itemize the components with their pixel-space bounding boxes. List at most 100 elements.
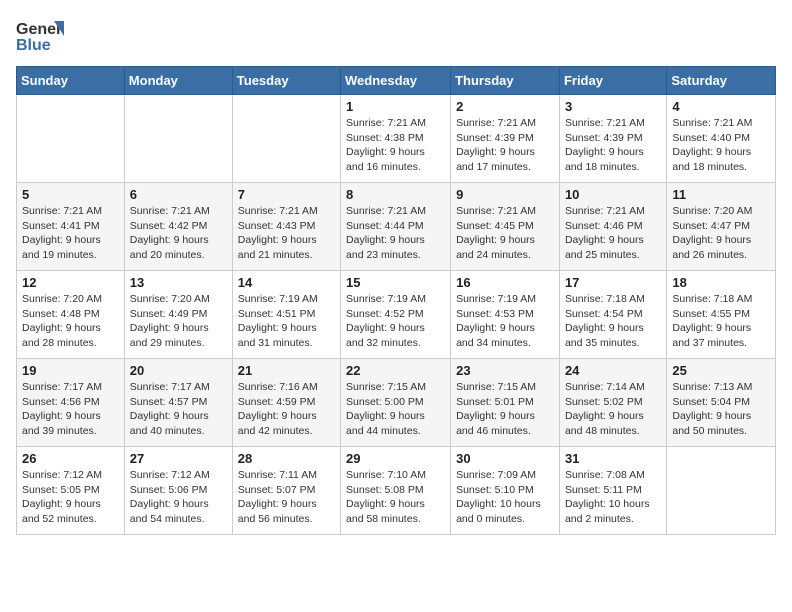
day-info: Sunrise: 7:12 AM Sunset: 5:06 PM Dayligh…	[130, 468, 227, 527]
day-info: Sunrise: 7:15 AM Sunset: 5:00 PM Dayligh…	[346, 380, 445, 439]
calendar-cell: 30 Sunrise: 7:09 AM Sunset: 5:10 PM Dayli…	[451, 447, 560, 535]
calendar-cell: 29 Sunrise: 7:10 AM Sunset: 5:08 PM Dayli…	[341, 447, 451, 535]
day-info: Sunrise: 7:20 AM Sunset: 4:49 PM Dayligh…	[130, 292, 227, 351]
day-number: 28	[238, 451, 335, 466]
day-info: Sunrise: 7:21 AM Sunset: 4:39 PM Dayligh…	[565, 116, 661, 175]
day-number: 25	[672, 363, 770, 378]
day-number: 6	[130, 187, 227, 202]
calendar-cell: 7 Sunrise: 7:21 AM Sunset: 4:43 PM Daylig…	[232, 183, 340, 271]
calendar-table: SundayMondayTuesdayWednesdayThursdayFrid…	[16, 66, 776, 535]
day-info: Sunrise: 7:21 AM Sunset: 4:38 PM Dayligh…	[346, 116, 445, 175]
calendar-cell: 27 Sunrise: 7:12 AM Sunset: 5:06 PM Dayli…	[124, 447, 232, 535]
calendar-cell: 2 Sunrise: 7:21 AM Sunset: 4:39 PM Daylig…	[451, 95, 560, 183]
day-info: Sunrise: 7:21 AM Sunset: 4:42 PM Dayligh…	[130, 204, 227, 263]
day-info: Sunrise: 7:19 AM Sunset: 4:53 PM Dayligh…	[456, 292, 554, 351]
day-info: Sunrise: 7:21 AM Sunset: 4:43 PM Dayligh…	[238, 204, 335, 263]
calendar-cell: 9Sunrise: 7:21 AM Sunset: 4:45 PM Daylig…	[451, 183, 560, 271]
day-info: Sunrise: 7:21 AM Sunset: 4:46 PM Dayligh…	[565, 204, 661, 263]
calendar-header-friday: Friday	[559, 67, 666, 95]
day-number: 29	[346, 451, 445, 466]
day-info: Sunrise: 7:14 AM Sunset: 5:02 PM Dayligh…	[565, 380, 661, 439]
calendar-cell: 5 Sunrise: 7:21 AM Sunset: 4:41 PM Daylig…	[17, 183, 125, 271]
calendar-cell: 26 Sunrise: 7:12 AM Sunset: 5:05 PM Dayli…	[17, 447, 125, 535]
calendar-header-tuesday: Tuesday	[232, 67, 340, 95]
calendar-cell: 28 Sunrise: 7:11 AM Sunset: 5:07 PM Dayli…	[232, 447, 340, 535]
day-info: Sunrise: 7:13 AM Sunset: 5:04 PM Dayligh…	[672, 380, 770, 439]
day-info: Sunrise: 7:09 AM Sunset: 5:10 PM Dayligh…	[456, 468, 554, 527]
day-number: 26	[22, 451, 119, 466]
calendar-cell: 10 Sunrise: 7:21 AM Sunset: 4:46 PM Dayli…	[559, 183, 666, 271]
calendar-cell: 14 Sunrise: 7:19 AM Sunset: 4:51 PM Dayli…	[232, 271, 340, 359]
day-info: Sunrise: 7:11 AM Sunset: 5:07 PM Dayligh…	[238, 468, 335, 527]
day-info: Sunrise: 7:19 AM Sunset: 4:52 PM Dayligh…	[346, 292, 445, 351]
calendar-cell: 21 Sunrise: 7:16 AM Sunset: 4:59 PM Dayli…	[232, 359, 340, 447]
calendar-cell: 1 Sunrise: 7:21 AM Sunset: 4:38 PM Daylig…	[341, 95, 451, 183]
day-number: 2	[456, 99, 554, 114]
day-info: Sunrise: 7:18 AM Sunset: 4:54 PM Dayligh…	[565, 292, 661, 351]
calendar-cell: 4Sunrise: 7:21 AM Sunset: 4:40 PM Daylig…	[667, 95, 776, 183]
day-info: Sunrise: 7:17 AM Sunset: 4:56 PM Dayligh…	[22, 380, 119, 439]
calendar-cell: 25 Sunrise: 7:13 AM Sunset: 5:04 PM Dayli…	[667, 359, 776, 447]
calendar-cell: 24 Sunrise: 7:14 AM Sunset: 5:02 PM Dayli…	[559, 359, 666, 447]
day-number: 16	[456, 275, 554, 290]
day-info: Sunrise: 7:21 AM Sunset: 4:40 PM Dayligh…	[672, 116, 770, 175]
day-info: Sunrise: 7:21 AM Sunset: 4:39 PM Dayligh…	[456, 116, 554, 175]
day-number: 5	[22, 187, 119, 202]
day-number: 27	[130, 451, 227, 466]
calendar-cell: 13Sunrise: 7:20 AM Sunset: 4:49 PM Dayli…	[124, 271, 232, 359]
calendar-header-saturday: Saturday	[667, 67, 776, 95]
calendar-week-row: 5 Sunrise: 7:21 AM Sunset: 4:41 PM Daylig…	[17, 183, 776, 271]
calendar-cell: 3 Sunrise: 7:21 AM Sunset: 4:39 PM Daylig…	[559, 95, 666, 183]
day-number: 23	[456, 363, 554, 378]
day-info: Sunrise: 7:20 AM Sunset: 4:48 PM Dayligh…	[22, 292, 119, 351]
day-info: Sunrise: 7:16 AM Sunset: 4:59 PM Dayligh…	[238, 380, 335, 439]
calendar-cell: 20Sunrise: 7:17 AM Sunset: 4:57 PM Dayli…	[124, 359, 232, 447]
calendar-cell: 8 Sunrise: 7:21 AM Sunset: 4:44 PM Daylig…	[341, 183, 451, 271]
calendar-cell	[124, 95, 232, 183]
day-info: Sunrise: 7:10 AM Sunset: 5:08 PM Dayligh…	[346, 468, 445, 527]
svg-text:Blue: Blue	[16, 37, 51, 54]
calendar-week-row: 19Sunrise: 7:17 AM Sunset: 4:56 PM Dayli…	[17, 359, 776, 447]
calendar-week-row: 1 Sunrise: 7:21 AM Sunset: 4:38 PM Daylig…	[17, 95, 776, 183]
day-number: 9	[456, 187, 554, 202]
calendar-cell: 12 Sunrise: 7:20 AM Sunset: 4:48 PM Dayli…	[17, 271, 125, 359]
day-number: 15	[346, 275, 445, 290]
day-number: 1	[346, 99, 445, 114]
day-number: 14	[238, 275, 335, 290]
day-info: Sunrise: 7:18 AM Sunset: 4:55 PM Dayligh…	[672, 292, 770, 351]
calendar-cell: 23Sunrise: 7:15 AM Sunset: 5:01 PM Dayli…	[451, 359, 560, 447]
calendar-cell	[232, 95, 340, 183]
calendar-header-monday: Monday	[124, 67, 232, 95]
day-number: 10	[565, 187, 661, 202]
day-info: Sunrise: 7:21 AM Sunset: 4:44 PM Dayligh…	[346, 204, 445, 263]
day-number: 24	[565, 363, 661, 378]
calendar-cell: 6 Sunrise: 7:21 AM Sunset: 4:42 PM Daylig…	[124, 183, 232, 271]
calendar-cell: 19Sunrise: 7:17 AM Sunset: 4:56 PM Dayli…	[17, 359, 125, 447]
page-container: General Blue SundayMondayTuesdayWednesda…	[0, 0, 792, 543]
calendar-header-row: SundayMondayTuesdayWednesdayThursdayFrid…	[17, 67, 776, 95]
day-info: Sunrise: 7:21 AM Sunset: 4:41 PM Dayligh…	[22, 204, 119, 263]
day-number: 18	[672, 275, 770, 290]
day-number: 8	[346, 187, 445, 202]
day-info: Sunrise: 7:08 AM Sunset: 5:11 PM Dayligh…	[565, 468, 661, 527]
calendar-cell: 31 Sunrise: 7:08 AM Sunset: 5:11 PM Dayli…	[559, 447, 666, 535]
day-number: 22	[346, 363, 445, 378]
logo-icon: General Blue	[16, 16, 64, 56]
day-number: 3	[565, 99, 661, 114]
day-number: 12	[22, 275, 119, 290]
calendar-cell: 11Sunrise: 7:20 AM Sunset: 4:47 PM Dayli…	[667, 183, 776, 271]
calendar-cell: 18 Sunrise: 7:18 AM Sunset: 4:55 PM Dayli…	[667, 271, 776, 359]
day-number: 21	[238, 363, 335, 378]
calendar-week-row: 12 Sunrise: 7:20 AM Sunset: 4:48 PM Dayli…	[17, 271, 776, 359]
day-info: Sunrise: 7:19 AM Sunset: 4:51 PM Dayligh…	[238, 292, 335, 351]
calendar-cell	[667, 447, 776, 535]
calendar-week-row: 26 Sunrise: 7:12 AM Sunset: 5:05 PM Dayli…	[17, 447, 776, 535]
calendar-header-sunday: Sunday	[17, 67, 125, 95]
day-info: Sunrise: 7:12 AM Sunset: 5:05 PM Dayligh…	[22, 468, 119, 527]
logo: General Blue	[16, 16, 64, 56]
day-number: 7	[238, 187, 335, 202]
day-number: 30	[456, 451, 554, 466]
day-info: Sunrise: 7:17 AM Sunset: 4:57 PM Dayligh…	[130, 380, 227, 439]
day-number: 31	[565, 451, 661, 466]
day-number: 11	[672, 187, 770, 202]
